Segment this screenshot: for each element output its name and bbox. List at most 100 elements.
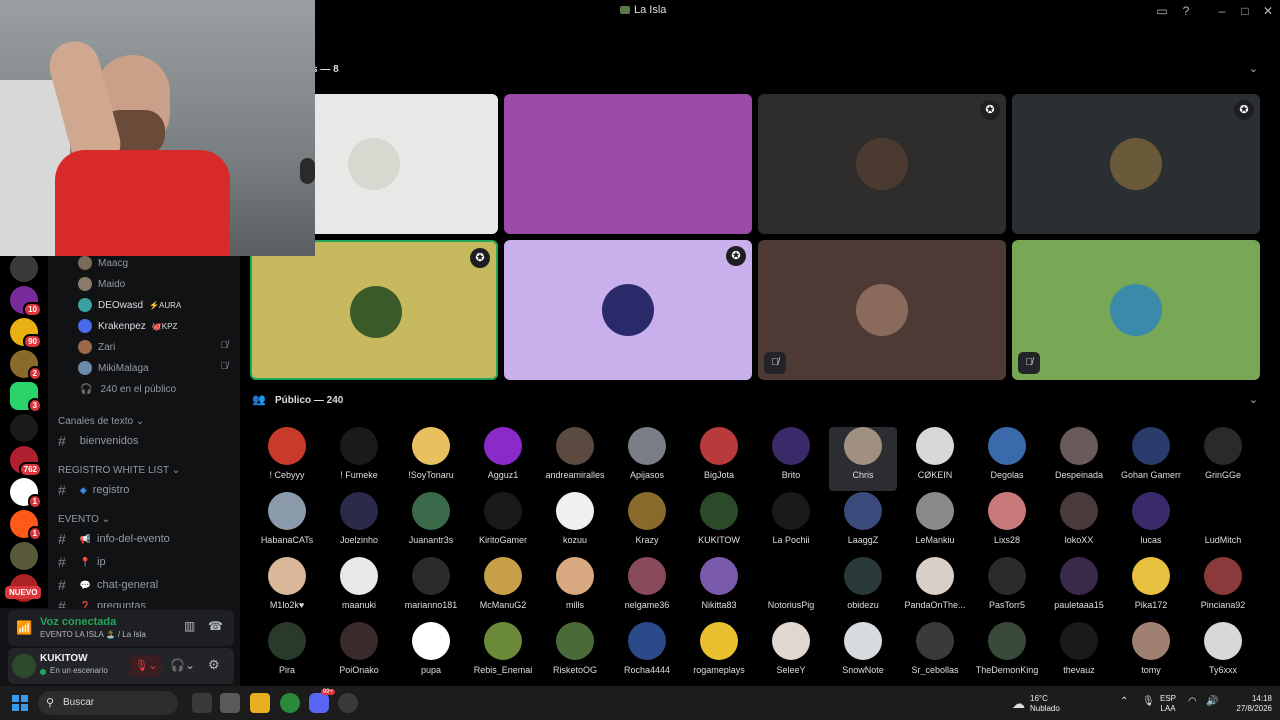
speaker-tile[interactable]: 🎙̸: [1012, 240, 1260, 380]
chrome-icon[interactable]: [280, 693, 300, 713]
audience-member[interactable]: Rocha4444: [613, 622, 681, 675]
audience-member[interactable]: obidezu: [829, 557, 897, 610]
channel-chat-general[interactable]: # 💬 chat-general: [58, 577, 158, 593]
weather-widget[interactable]: 16°C Nublado: [1030, 694, 1060, 714]
settings-gear-icon[interactable]: ⚙: [208, 657, 220, 673]
audience-member[interactable]: RisketoOG: [541, 622, 609, 675]
username[interactable]: KUKITOW: [40, 653, 88, 664]
language-indicator[interactable]: ESP LAA: [1160, 694, 1176, 714]
audience-member[interactable]: GrinGGe: [1189, 427, 1257, 480]
audience-member[interactable]: LaaggZ: [829, 492, 897, 545]
server-icon[interactable]: 762: [10, 446, 42, 477]
voice-member[interactable]: Zari: [78, 340, 121, 354]
speaker-tile[interactable]: 🎙̸: [758, 240, 1006, 380]
audience-member[interactable]: Pira: [253, 622, 321, 675]
audience-member[interactable]: ! Fumeke: [325, 427, 393, 480]
voice-member[interactable]: DEOwasd ⚡AURA: [78, 298, 181, 312]
audience-member[interactable]: NotoriusPig: [757, 557, 825, 610]
headphones-icon[interactable]: 🎧⌄: [170, 658, 195, 672]
speaker-tile[interactable]: ✪: [504, 240, 752, 380]
audience-member[interactable]: BigJota: [685, 427, 753, 480]
category-text-channels[interactable]: Canales de texto ⌄: [58, 416, 144, 427]
audience-member[interactable]: pauletaaa15: [1045, 557, 1113, 610]
server-icon[interactable]: 1: [10, 510, 42, 541]
discord-icon[interactable]: 99+: [309, 689, 335, 713]
help-icon[interactable]: ?: [1178, 3, 1194, 19]
audience-member[interactable]: rogameplays: [685, 622, 753, 675]
taskbar-search[interactable]: ⚲ Buscar: [38, 691, 178, 715]
obs-icon[interactable]: [338, 693, 358, 713]
server-icon[interactable]: 90: [10, 318, 42, 349]
audience-member[interactable]: Joelzinho: [325, 492, 393, 545]
voice-member[interactable]: Krakenpez 🐙KPZ: [78, 319, 177, 333]
audience-member[interactable]: Pika172: [1117, 557, 1185, 610]
audience-member[interactable]: Degolas: [973, 427, 1041, 480]
server-icon[interactable]: [10, 254, 38, 282]
mic-muted-button[interactable]: 🎙⌄: [130, 655, 162, 677]
audience-member[interactable]: M1lo2k♥: [253, 557, 321, 610]
voice-status[interactable]: Voz conectada: [40, 616, 116, 628]
chevron-down-icon[interactable]: ⌄: [1249, 62, 1258, 75]
channel-ip[interactable]: # 📍 ip: [58, 554, 106, 570]
category-whitelist[interactable]: REGISTRO WHITE LIST ⌄: [58, 465, 180, 476]
soundboard-icon[interactable]: ▥: [184, 619, 195, 633]
audience-member[interactable]: pupa: [397, 622, 465, 675]
audience-member[interactable]: maanuki: [325, 557, 393, 610]
audience-member[interactable]: Pinciana92: [1189, 557, 1257, 610]
channel-info-del-evento[interactable]: # 📢 info-del-evento: [58, 531, 170, 547]
audience-member[interactable]: Brito: [757, 427, 825, 480]
speaker-tile[interactable]: ✪: [1012, 94, 1260, 234]
audience-member[interactable]: SnowNote: [829, 622, 897, 675]
minimize-button[interactable]: –: [1214, 3, 1230, 19]
channel-bienvenidos[interactable]: # bienvenidos: [58, 433, 139, 449]
audience-member[interactable]: nelgame36: [613, 557, 681, 610]
audience-member[interactable]: Juanantr3s: [397, 492, 465, 545]
audience-member[interactable]: kozuu: [541, 492, 609, 545]
speaker-tile[interactable]: ✪: [758, 94, 1006, 234]
audience-member[interactable]: KUKITOW: [685, 492, 753, 545]
server-icon[interactable]: [10, 542, 38, 570]
chevron-up-icon[interactable]: ⌃: [1120, 696, 1128, 707]
audience-member[interactable]: marianno181: [397, 557, 465, 610]
audience-member[interactable]: LeMankiu: [901, 492, 969, 545]
channel-registro[interactable]: # ◆ registro: [58, 482, 129, 498]
audience-member[interactable]: LudMitch: [1189, 492, 1257, 545]
maximize-button[interactable]: □: [1237, 3, 1253, 19]
audience-member[interactable]: andreamiralles: [541, 427, 609, 480]
audience-member[interactable]: La Pochii: [757, 492, 825, 545]
server-icon[interactable]: 10: [10, 286, 42, 317]
chevron-down-icon[interactable]: ⌄: [1249, 393, 1258, 406]
audience-member[interactable]: SeleeY: [757, 622, 825, 675]
audience-member[interactable]: KiritoGamer: [469, 492, 537, 545]
audience-member[interactable]: McManuG2: [469, 557, 537, 610]
audience-count[interactable]: 🎧 240 en el público: [80, 384, 176, 395]
audience-member[interactable]: Sr_cebollas: [901, 622, 969, 675]
windows-start-icon[interactable]: [12, 695, 28, 711]
audience-member[interactable]: thevauz: [1045, 622, 1113, 675]
audience-member[interactable]: Krazy: [613, 492, 681, 545]
server-icon[interactable]: 3: [10, 382, 42, 413]
audience-member[interactable]: TheDemonKing: [973, 622, 1041, 675]
close-button[interactable]: ✕: [1260, 3, 1276, 19]
audience-member[interactable]: Gohan Gamerr: [1117, 427, 1185, 480]
avatar[interactable]: [12, 654, 36, 678]
audience-member[interactable]: Ty6xxx: [1189, 622, 1257, 675]
audience-member[interactable]: ! Cebyyy: [253, 427, 321, 480]
audience-member[interactable]: lokoXX: [1045, 492, 1113, 545]
audience-member[interactable]: CØKEIN: [901, 427, 969, 480]
wifi-icon[interactable]: ◠: [1188, 696, 1197, 707]
category-evento[interactable]: EVENTO ⌄: [58, 514, 110, 525]
task-view-icon[interactable]: [192, 693, 212, 713]
audience-member[interactable]: PoiOnako: [325, 622, 393, 675]
mic-icon[interactable]: 🎙: [1142, 696, 1155, 707]
audience-member[interactable]: PandaOnThe...: [901, 557, 969, 610]
file-explorer-icon[interactable]: [250, 693, 270, 713]
audience-member[interactable]: Apijasos: [613, 427, 681, 480]
clock[interactable]: 14:18 27/8/2026: [1226, 694, 1272, 714]
audience-member[interactable]: Agguz1: [469, 427, 537, 480]
audience-member[interactable]: Lixs28: [973, 492, 1041, 545]
audience-member[interactable]: Nikitta83: [685, 557, 753, 610]
voice-member[interactable]: MikiMalaga: [78, 361, 155, 375]
voice-member[interactable]: Maido: [78, 277, 131, 291]
channel-preguntas[interactable]: # ❓ preguntas: [58, 598, 146, 608]
